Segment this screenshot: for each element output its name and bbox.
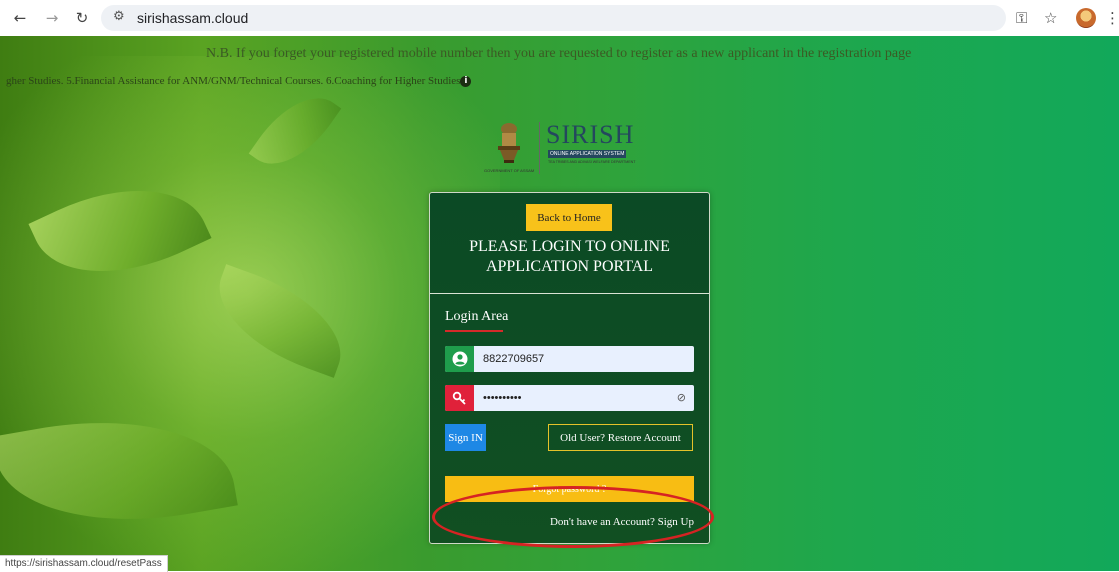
sirish-logo: GOVERNMENT OF ASSAM SIRISH ONLINE APPLIC… [484,118,654,180]
user-circle-icon [445,346,474,372]
address-bar[interactable]: ⚙ sirishassam.cloud [101,5,1006,31]
star-icon[interactable]: ☆ [1044,9,1057,27]
assam-emblem-icon [498,123,520,163]
logo-department: TEA TRIBES AND ADIVASI WELFARE DEPARTMEN… [548,160,636,164]
password-input[interactable] [483,385,663,411]
eye-slash-icon[interactable]: ⊘ [677,391,686,404]
login-area-underline [445,330,503,332]
logo-divider [539,122,540,174]
key-icon[interactable]: ⚿ [1016,9,1027,27]
login-area-label: Login Area [445,309,509,324]
sign-in-button[interactable]: Sign IN [445,424,486,451]
profile-avatar[interactable] [1076,8,1096,28]
logo-subtitle: ONLINE APPLICATION SYSTEM [548,150,627,158]
arrow-left-icon[interactable]: ← [10,8,30,28]
reload-icon[interactable]: ↻ [72,8,92,28]
info-icon[interactable]: i [460,75,472,87]
card-divider [430,293,709,294]
forgot-password-button[interactable]: Forgot password ? [445,476,694,502]
signup-prompt: Don't have an Account? Sign Up [550,516,694,528]
arrow-right-icon[interactable]: → [42,8,62,28]
login-card: Back to Home PLEASE LOGIN TO ONLINE APPL… [429,192,710,544]
sign-up-link[interactable]: Sign Up [658,516,694,528]
no-account-text: Don't have an Account? [549,516,655,528]
notice-text: N.B. If you forget your registered mobil… [206,46,912,61]
scheme-marquee-text: gher Studies. 5.Financial Assistance for… [6,75,461,87]
address-text[interactable]: sirishassam.cloud [137,10,248,26]
logo-title: SIRISH [546,120,635,149]
login-heading: PLEASE LOGIN TO ONLINE APPLICATION PORTA… [430,237,709,277]
scheme-marquee: gher Studies. 5.Financial Assistance for… [6,75,472,87]
mobile-field[interactable] [445,346,694,372]
login-page: N.B. If you forget your registered mobil… [0,36,1119,571]
key-search-icon [445,385,474,411]
login-heading-line2: APPLICATION PORTAL [485,258,654,275]
kebab-menu-icon[interactable]: ⋮ [1105,9,1119,27]
password-field[interactable]: ⊘ [445,385,694,411]
tune-icon[interactable]: ⚙ [113,9,125,24]
back-to-home-button[interactable]: Back to Home [526,204,612,231]
status-bar-url: https://sirishassam.cloud/resetPass [0,555,168,572]
emblem-caption: GOVERNMENT OF ASSAM [484,168,535,173]
mobile-input[interactable] [483,346,663,372]
login-heading-line1: PLEASE LOGIN TO ONLINE [469,238,670,255]
restore-account-button[interactable]: Old User? Restore Account [548,424,693,451]
browser-toolbar: ← → ↻ ⚙ sirishassam.cloud ⚿ ☆ ⋮ [0,0,1119,37]
